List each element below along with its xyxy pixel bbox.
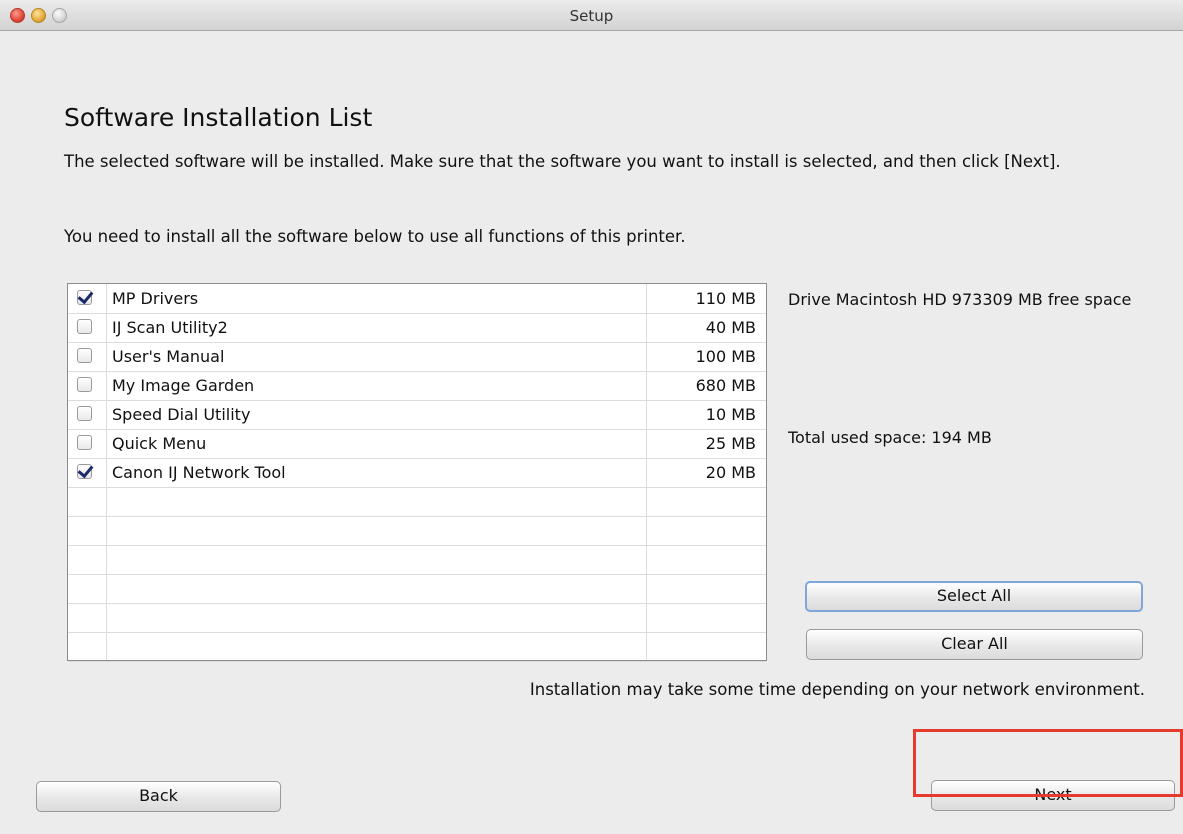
clear-all-button[interactable]: Clear All — [806, 629, 1143, 660]
software-name: Quick Menu — [112, 434, 207, 453]
software-checkbox[interactable] — [77, 290, 92, 305]
empty-row — [68, 632, 766, 662]
software-size: 10 MB — [705, 405, 756, 424]
software-name: Speed Dial Utility — [112, 405, 251, 424]
installation-time-note: Installation may take some time dependin… — [529, 680, 1145, 699]
window-title: Setup — [569, 7, 614, 25]
software-name: Canon IJ Network Tool — [112, 463, 286, 482]
software-size: 25 MB — [705, 434, 756, 453]
empty-row — [68, 574, 766, 604]
software-checkbox[interactable] — [77, 348, 92, 363]
software-row[interactable]: My Image Garden 680 MB — [68, 371, 766, 401]
total-used-space: Total used space: 194 MB — [788, 428, 992, 447]
software-size: 20 MB — [705, 463, 756, 482]
software-checkbox[interactable] — [77, 319, 92, 334]
empty-row — [68, 603, 766, 633]
software-checkbox[interactable] — [77, 377, 92, 392]
software-name: IJ Scan Utility2 — [112, 318, 228, 337]
software-name: My Image Garden — [112, 376, 255, 395]
software-size: 110 MB — [695, 289, 756, 308]
software-row[interactable]: Quick Menu 25 MB — [68, 429, 766, 459]
software-list: MP Drivers 110 MB IJ Scan Utility2 40 MB Use… — [67, 283, 767, 662]
software-size: 680 MB — [695, 376, 756, 395]
software-size: 40 MB — [705, 318, 756, 337]
software-name: User's Manual — [112, 347, 225, 366]
software-checkbox[interactable] — [77, 435, 92, 450]
empty-row — [68, 516, 766, 546]
back-button[interactable]: Back — [36, 781, 281, 812]
requirement-note: You need to install all the software bel… — [64, 227, 686, 246]
empty-row — [68, 487, 766, 517]
drive-free-space: Drive Macintosh HD 973309 MB free space — [788, 290, 1132, 309]
software-row[interactable]: MP Drivers 110 MB — [68, 284, 766, 314]
software-row[interactable]: User's Manual 100 MB — [68, 342, 766, 372]
page-title: Software Installation List — [64, 103, 373, 132]
software-row[interactable]: Speed Dial Utility 10 MB — [68, 400, 766, 430]
software-checkbox[interactable] — [77, 406, 92, 421]
description-text: The selected software will be installed.… — [64, 152, 1061, 171]
software-name: MP Drivers — [112, 289, 199, 308]
main-content: Software Installation List The selected … — [0, 31, 1183, 834]
title-bar[interactable]: Setup — [0, 0, 1183, 31]
software-size: 100 MB — [695, 347, 756, 366]
software-row[interactable]: Canon IJ Network Tool 20 MB — [68, 458, 766, 488]
software-checkbox[interactable] — [77, 464, 92, 479]
select-all-button[interactable]: Select All — [805, 581, 1143, 612]
software-row[interactable]: IJ Scan Utility2 40 MB — [68, 313, 766, 343]
next-button-highlight — [913, 729, 1183, 797]
empty-row — [68, 545, 766, 575]
